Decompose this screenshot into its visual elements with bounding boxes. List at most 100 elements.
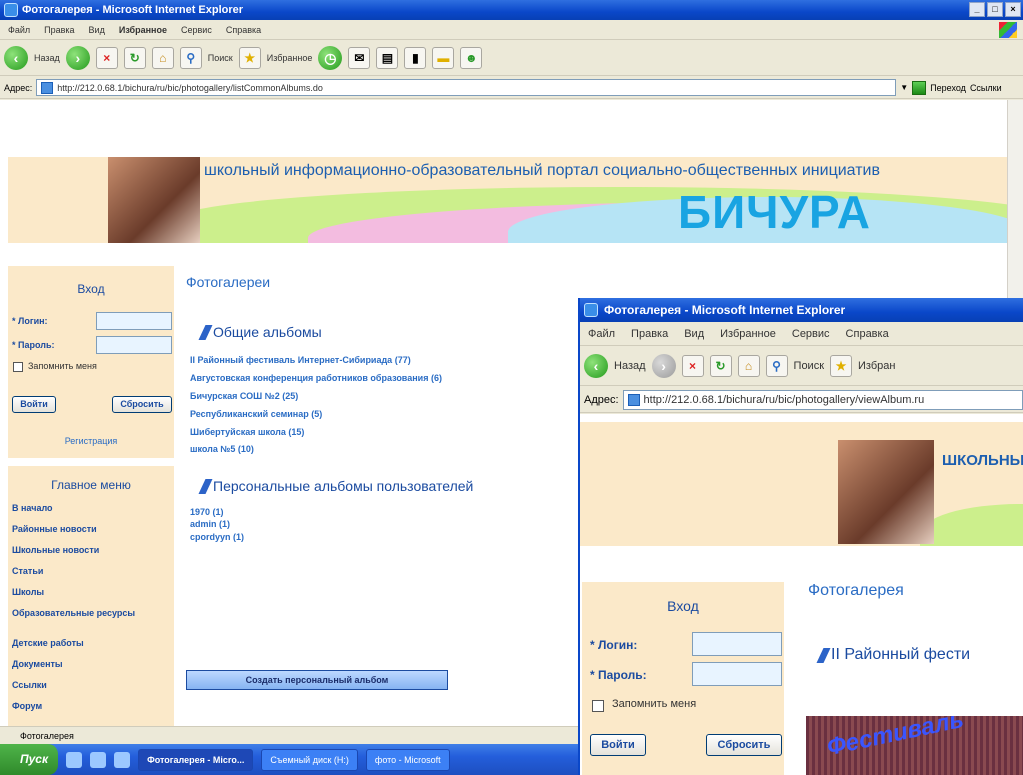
menu-file[interactable]: Файл xyxy=(588,328,615,340)
maximize-icon[interactable]: □ xyxy=(987,2,1003,17)
password-label: * Пароль: xyxy=(12,340,55,350)
home-icon[interactable]: ⌂ xyxy=(151,46,174,69)
password-input[interactable] xyxy=(96,336,172,354)
quicklaunch-ie-icon[interactable] xyxy=(66,751,83,768)
menu-item-forum[interactable]: Форум xyxy=(8,700,174,721)
edit-icon[interactable]: ▮ xyxy=(404,46,427,69)
go-label[interactable]: Переход xyxy=(930,83,966,93)
refresh-icon[interactable]: ↻ xyxy=(709,354,732,377)
title-bar: Фотогалерея - Microsoft Internet Explore… xyxy=(0,0,1023,20)
album-link[interactable]: Бичурская СОШ №2 (25) xyxy=(190,390,298,402)
banner-photo xyxy=(838,440,934,544)
menu-help[interactable]: Справка xyxy=(226,25,261,35)
back-icon[interactable]: ‹ xyxy=(584,353,608,378)
address-input[interactable]: http://212.0.68.1/bichura/ru/bic/photoga… xyxy=(36,79,897,96)
taskbar-item[interactable]: Фотогалерея - Micro... xyxy=(138,748,254,771)
menu-item-articles[interactable]: Статьи xyxy=(8,565,174,586)
menu-edit[interactable]: Правка xyxy=(44,25,74,35)
album-title: II Районный фести xyxy=(831,646,971,663)
minimize-icon[interactable]: _ xyxy=(969,2,985,17)
folder-icon[interactable]: ▬ xyxy=(432,46,455,69)
forward-icon[interactable]: › xyxy=(65,45,90,70)
go-icon[interactable] xyxy=(912,80,927,95)
password-input[interactable] xyxy=(692,662,782,686)
start-button[interactable]: Пуск xyxy=(0,744,59,775)
favorites-icon[interactable]: ★ xyxy=(238,46,261,69)
page-icon xyxy=(627,393,640,406)
login-button[interactable]: Войти xyxy=(12,396,56,413)
album-link[interactable]: Республиканский семинар (5) xyxy=(190,408,322,420)
menu-favorites[interactable]: Избранное xyxy=(720,328,776,340)
windows-logo-icon xyxy=(999,21,1017,38)
menu-view[interactable]: Вид xyxy=(684,328,704,340)
search-label[interactable]: Поиск xyxy=(794,360,824,372)
album-link[interactable]: Августовская конференция работников обра… xyxy=(190,372,442,384)
taskbar-item[interactable]: Съемный диск (H:) xyxy=(261,748,358,771)
back-icon[interactable]: ‹ xyxy=(4,45,28,70)
login-title: Вход xyxy=(667,598,699,614)
menu-item-documents[interactable]: Документы xyxy=(8,658,174,679)
address-input[interactable]: http://212.0.68.1/bichura/ru/bic/photoga… xyxy=(622,389,1023,410)
menu-file[interactable]: Файл xyxy=(8,25,30,35)
stop-icon[interactable]: × xyxy=(681,354,704,377)
album-link[interactable]: школа №5 (10) xyxy=(190,443,254,455)
album-thumbnail[interactable]: Фестиваль xyxy=(806,716,1023,775)
menu-tools[interactable]: Сервис xyxy=(792,328,830,340)
favorites-icon[interactable]: ★ xyxy=(830,354,853,377)
user-album-link[interactable]: cpordyyn (1) xyxy=(190,531,244,543)
remember-checkbox[interactable] xyxy=(592,700,604,712)
user-album-link[interactable]: 1970 (1) xyxy=(190,506,224,518)
favorites-label[interactable]: Избран xyxy=(858,360,895,372)
address-bar: Адрес: http://212.0.68.1/bichura/ru/bic/… xyxy=(0,77,1023,99)
menu-help[interactable]: Справка xyxy=(846,328,889,340)
menu-tools[interactable]: Сервис xyxy=(181,25,212,35)
address-dropdown-icon[interactable]: ▼ xyxy=(900,83,908,92)
quicklaunch-desktop-icon[interactable] xyxy=(114,751,131,768)
refresh-icon[interactable]: ↻ xyxy=(123,46,146,69)
personal-albums-title: Персональные альбомы пользователей xyxy=(213,478,474,494)
menu-item-school-news[interactable]: Школьные новости xyxy=(8,544,174,565)
back-label[interactable]: Назад xyxy=(34,53,60,63)
print-icon[interactable]: ▤ xyxy=(376,46,399,69)
links-label[interactable]: Ссылки xyxy=(970,83,1002,93)
page-title: Фотогалерея xyxy=(808,582,904,599)
forward-icon[interactable]: › xyxy=(651,353,676,378)
register-link[interactable]: Регистрация xyxy=(8,436,174,446)
menu-edit[interactable]: Правка xyxy=(631,328,668,340)
album-link[interactable]: Шибертуйская школа (15) xyxy=(190,426,304,438)
history-icon[interactable]: ◷ xyxy=(318,45,343,70)
menu-favorites[interactable]: Избранное xyxy=(119,25,167,35)
search-label[interactable]: Поиск xyxy=(208,53,233,63)
create-album-button[interactable]: Создать персональный альбом xyxy=(186,670,448,690)
menu-view[interactable]: Вид xyxy=(89,25,105,35)
toolbar: ‹ Назад › × ↻ ⌂ ⚲ Поиск ★ Избранное ◷ ✉ … xyxy=(0,40,1023,76)
home-icon[interactable]: ⌂ xyxy=(737,354,760,377)
menu-item-edu-resources[interactable]: Образовательные ресурсы xyxy=(8,607,174,637)
menu-item-links[interactable]: Ссылки xyxy=(8,679,174,700)
remember-label: Запомнить меня xyxy=(28,361,97,371)
reset-button[interactable]: Сбросить xyxy=(112,396,172,413)
window-title: Фотогалерея - Microsoft Internet Explore… xyxy=(604,303,846,317)
album-link[interactable]: II Районный фестиваль Интернет-Сибириада… xyxy=(190,354,411,366)
back-label[interactable]: Назад xyxy=(614,360,646,372)
search-icon[interactable]: ⚲ xyxy=(179,46,202,69)
login-input[interactable] xyxy=(96,312,172,330)
close-icon[interactable]: × xyxy=(1005,2,1021,17)
login-input[interactable] xyxy=(692,632,782,656)
user-album-link[interactable]: admin (1) xyxy=(190,518,230,530)
taskbar-item[interactable]: фото - Microsoft xyxy=(365,748,450,771)
ie-icon xyxy=(584,303,598,317)
menu-item-kids-works[interactable]: Детские работы xyxy=(8,637,174,658)
reset-button[interactable]: Сбросить xyxy=(706,734,782,756)
menu-item-home[interactable]: В начало xyxy=(8,502,174,523)
mail-icon[interactable]: ✉ xyxy=(348,46,371,69)
messenger-icon[interactable]: ☻ xyxy=(460,46,483,69)
login-button[interactable]: Войти xyxy=(590,734,646,756)
quicklaunch-media-icon[interactable] xyxy=(90,751,107,768)
favorites-label[interactable]: Избранное xyxy=(267,53,313,63)
remember-checkbox[interactable] xyxy=(13,362,23,372)
menu-item-schools[interactable]: Школы xyxy=(8,586,174,607)
search-icon[interactable]: ⚲ xyxy=(765,354,788,377)
stop-icon[interactable]: × xyxy=(95,46,118,69)
menu-item-district-news[interactable]: Районные новости xyxy=(8,523,174,544)
